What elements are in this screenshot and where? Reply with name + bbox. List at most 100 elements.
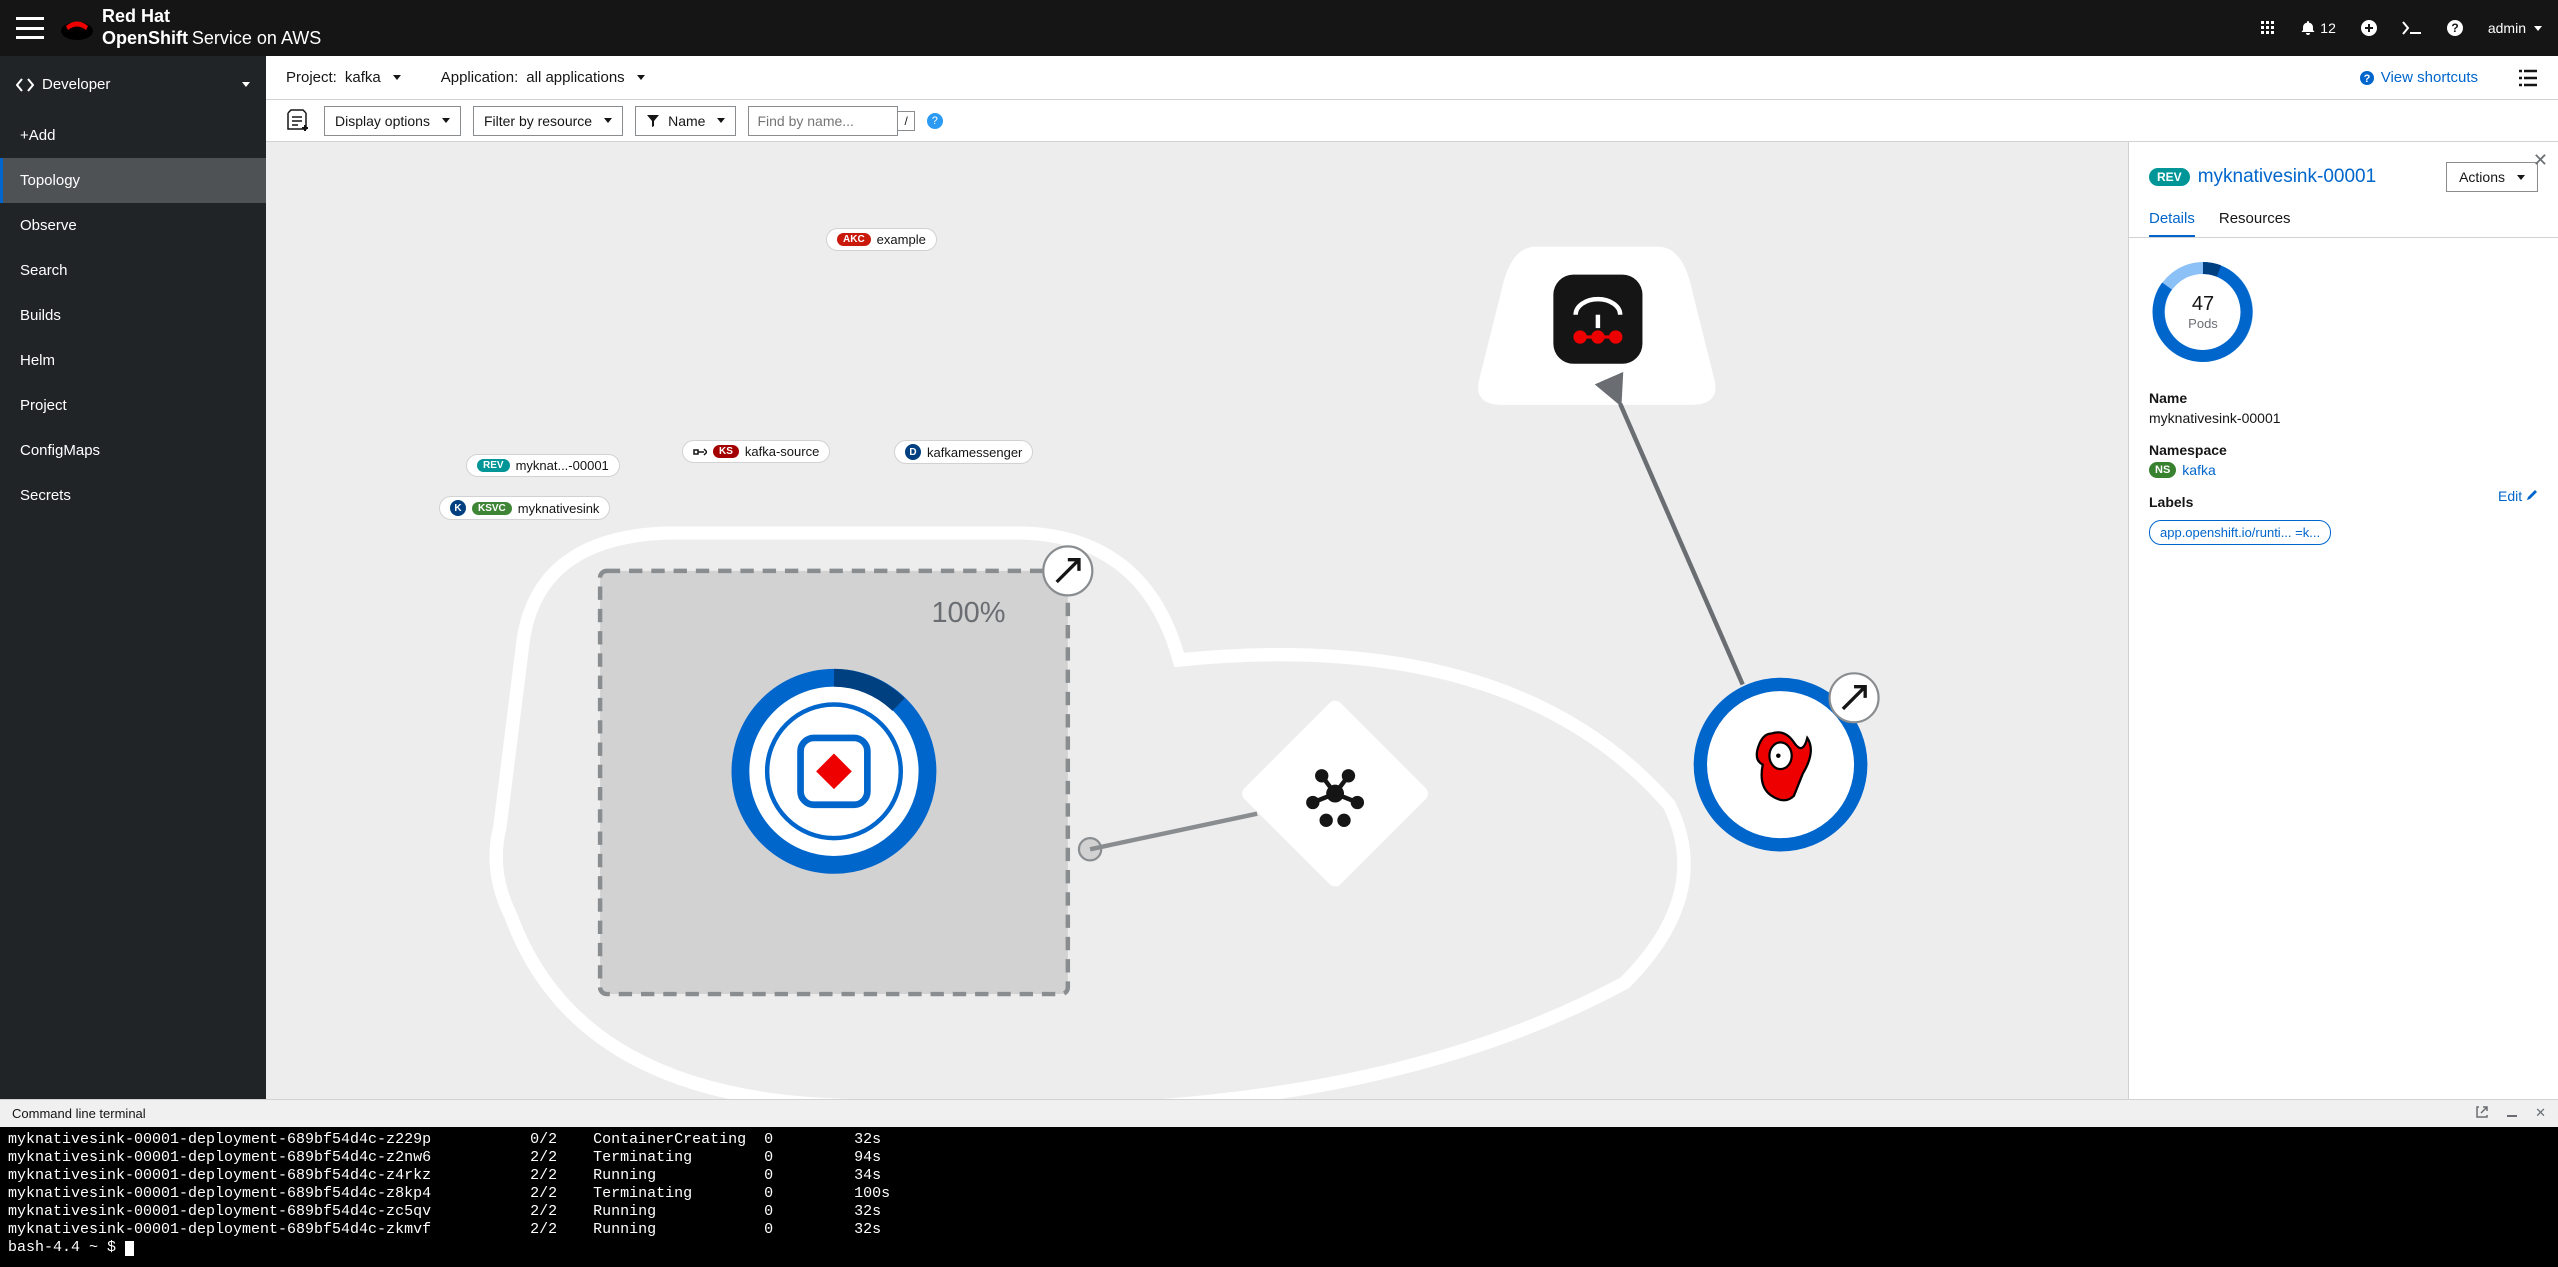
brand-text: Red Hat OpenShift Service on AWS — [102, 6, 321, 49]
user-menu[interactable]: admin — [2488, 20, 2542, 36]
name-filter-dropdown[interactable]: Name — [635, 106, 736, 136]
namespace-value: kafka — [2182, 462, 2215, 478]
sidebar-item-builds[interactable]: Builds — [0, 293, 266, 338]
ks-name: kafka-source — [745, 444, 819, 459]
terminal-header: Command line terminal ✕ — [0, 1099, 2558, 1127]
namespace-label: Namespace — [2149, 442, 2538, 458]
node-kafka-source[interactable]: KS kafka-source — [682, 440, 830, 463]
minimize-icon[interactable] — [2505, 1105, 2519, 1122]
filter-icon — [646, 114, 660, 128]
actions-label: Actions — [2459, 169, 2505, 185]
perspective-switcher[interactable]: Developer — [0, 56, 266, 113]
sidebar-item-topology[interactable]: Topology — [0, 158, 266, 203]
kbd-hint: / — [897, 111, 914, 131]
d-badge: D — [905, 444, 921, 460]
panel-title[interactable]: REV myknativesink-00001 — [2149, 166, 2376, 188]
name-label: Name — [2149, 390, 2538, 406]
namespace-link[interactable]: NS kafka — [2149, 462, 2538, 478]
notifications-icon[interactable]: 12 — [2300, 20, 2336, 36]
topology-toolbar: Display options Filter by resource Name … — [266, 100, 2558, 142]
sidebar: Developer +AddTopologyObserveSearchBuild… — [0, 56, 266, 1267]
view-shortcuts[interactable]: ? View shortcuts — [2359, 69, 2478, 86]
close-icon[interactable]: ✕ — [2533, 150, 2548, 171]
terminal-icon[interactable] — [2402, 21, 2422, 35]
caret-down-icon — [242, 82, 250, 87]
brand-product: OpenShift — [102, 28, 188, 48]
akc-name: example — [877, 232, 926, 247]
masthead-right: 12 ? admin — [2260, 19, 2542, 37]
project-dropdown[interactable]: Project: kafka — [286, 69, 401, 86]
shortcuts-label: View shortcuts — [2381, 69, 2478, 86]
hamburger-icon[interactable] — [16, 17, 44, 39]
traffic-pct: 100% — [931, 597, 1005, 629]
ks-badge: KS — [713, 445, 739, 458]
k-badge: K — [450, 500, 466, 516]
pods-label: Pods — [2188, 316, 2218, 331]
code-icon — [16, 78, 34, 92]
list-view-icon[interactable] — [2518, 69, 2538, 87]
sidebar-item-configmaps[interactable]: ConfigMaps — [0, 428, 266, 473]
caret-down-icon — [442, 118, 450, 123]
info-icon[interactable]: ? — [927, 113, 943, 129]
terminal-body[interactable]: myknativesink-00001-deployment-689bf54d4… — [0, 1127, 2558, 1267]
username: admin — [2488, 20, 2526, 36]
brand-line1: Red Hat — [102, 6, 170, 26]
tab-details[interactable]: Details — [2149, 202, 2195, 237]
filter-dropdown[interactable]: Filter by resource — [473, 106, 623, 136]
sidebar-item-project[interactable]: Project — [0, 383, 266, 428]
sidebar-item-helm[interactable]: Helm — [0, 338, 266, 383]
sidebar-item-observe[interactable]: Observe — [0, 203, 266, 248]
sink-icon — [693, 446, 707, 458]
caret-down-icon — [393, 75, 401, 80]
labels-label: Labels — [2149, 494, 2193, 510]
open-external-icon[interactable] — [2475, 1105, 2489, 1122]
node-akc[interactable]: AKCexample — [826, 228, 937, 251]
find-input-group: / — [748, 106, 914, 136]
help-icon[interactable]: ? — [2446, 19, 2464, 37]
d-name: kafkamessenger — [927, 445, 1022, 460]
caret-down-icon — [717, 118, 725, 123]
rev-badge: REV — [2149, 168, 2190, 186]
masthead: Red Hat OpenShift Service on AWS 12 ? ad… — [0, 0, 2558, 56]
find-input[interactable] — [748, 106, 898, 136]
project-label: Project: — [286, 69, 337, 86]
sidebar-item-secrets[interactable]: Secrets — [0, 473, 266, 518]
pencil-icon — [2526, 489, 2538, 501]
label-chip[interactable]: app.openshift.io/runti... =k... — [2149, 520, 2331, 545]
masthead-left: Red Hat OpenShift Service on AWS — [16, 6, 321, 49]
terminal-title: Command line terminal — [12, 1106, 146, 1121]
node-d[interactable]: Dkafkamessenger — [894, 440, 1033, 464]
add-to-project-icon[interactable] — [286, 109, 312, 133]
application-dropdown[interactable]: Application: all applications — [441, 69, 645, 86]
caret-down-icon — [2534, 26, 2542, 31]
redhat-icon — [60, 15, 94, 41]
edit-labels[interactable]: Edit — [2498, 488, 2538, 504]
tab-resources[interactable]: Resources — [2219, 202, 2291, 237]
application-label: Application: — [441, 69, 519, 86]
panel-tabs: Details Resources — [2129, 192, 2558, 238]
name-value: myknativesink-00001 — [2149, 410, 2538, 426]
actions-dropdown[interactable]: Actions — [2446, 162, 2538, 192]
brand-suffix: Service on AWS — [192, 28, 321, 48]
notifications-count: 12 — [2320, 20, 2336, 36]
rev-badge: REV — [477, 459, 510, 472]
pods-count: 47 — [2188, 293, 2218, 316]
terminal: Command line terminal ✕ myknativesink-00… — [0, 1099, 2558, 1267]
node-revision[interactable]: REV myknat...-00001 — [466, 454, 620, 477]
ksvc-name: myknativesink — [518, 501, 600, 516]
help-icon: ? — [2359, 70, 2375, 86]
brand[interactable]: Red Hat OpenShift Service on AWS — [60, 6, 321, 49]
project-value: kafka — [345, 69, 381, 86]
import-icon[interactable] — [2360, 19, 2378, 37]
caret-down-icon — [637, 75, 645, 80]
rev-name: myknat...-00001 — [516, 458, 609, 473]
name-label: Name — [668, 113, 705, 129]
svg-text:?: ? — [2451, 21, 2458, 35]
pods-donut[interactable]: 47 Pods — [2149, 258, 2257, 366]
node-ksvc[interactable]: KKSVCmyknativesink — [439, 496, 610, 520]
app-launcher-icon[interactable] — [2260, 20, 2276, 36]
display-options-dropdown[interactable]: Display options — [324, 106, 461, 136]
sidebar-item--add[interactable]: +Add — [0, 113, 266, 158]
close-icon[interactable]: ✕ — [2535, 1105, 2546, 1122]
sidebar-item-search[interactable]: Search — [0, 248, 266, 293]
